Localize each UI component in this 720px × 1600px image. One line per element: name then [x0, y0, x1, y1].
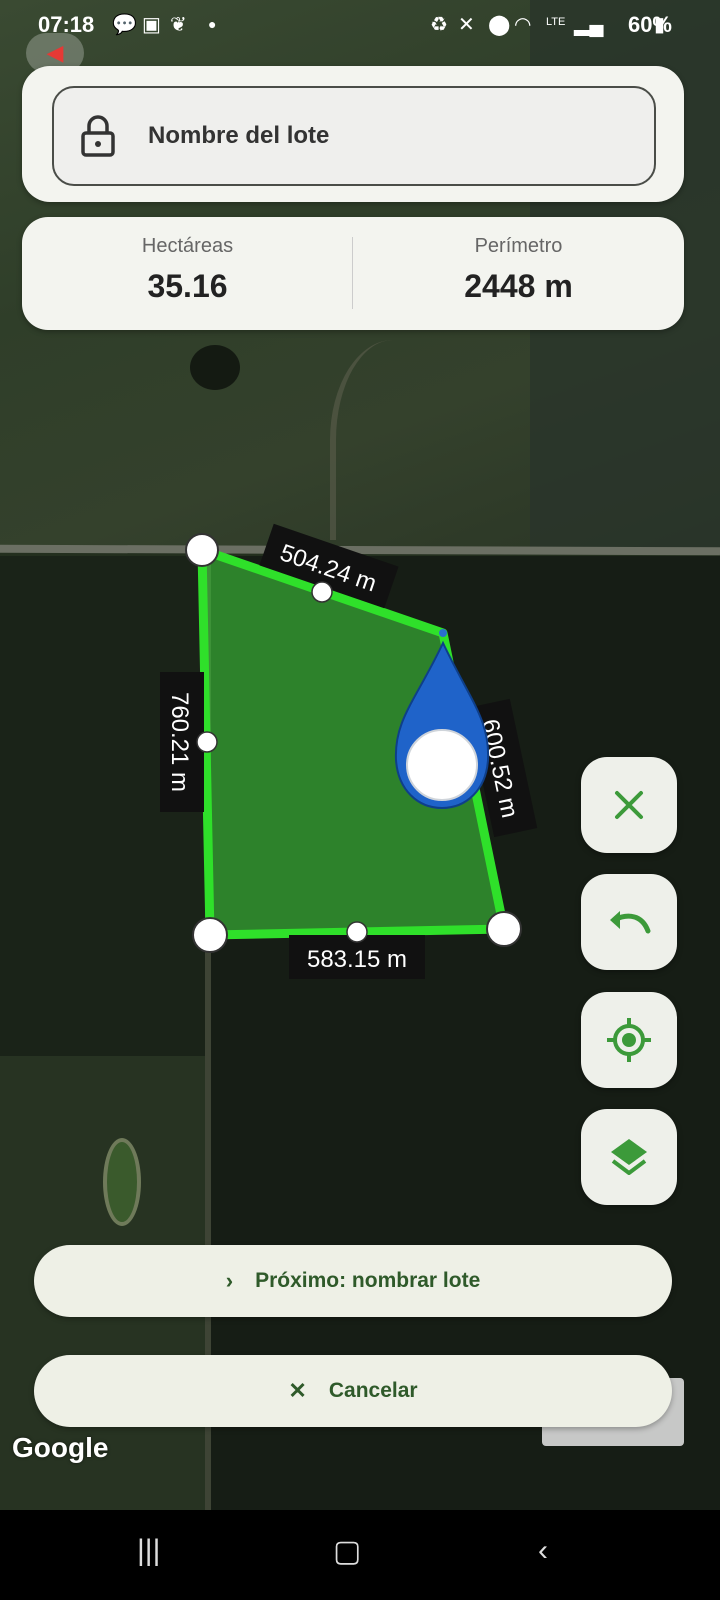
- chevron-right-icon: ›: [225, 1268, 234, 1293]
- status-bar: 07:18 💬 ▣ ❦ ● ♻ ✕ ⬤ ◠ LTE ▂▄ 60% ▮: [0, 0, 720, 52]
- clear-polygon-button[interactable]: [581, 757, 677, 853]
- my-location-button[interactable]: [581, 992, 677, 1088]
- cancel-button[interactable]: ✕ Cancelar: [34, 1355, 672, 1427]
- layers-icon: [611, 1139, 647, 1175]
- arrow-left-icon: ◀: [46, 40, 64, 65]
- recycle-icon: ♻: [430, 14, 448, 36]
- midpoint-handle[interactable]: [196, 731, 218, 753]
- close-icon: ✕: [288, 1378, 307, 1403]
- recent-apps-icon[interactable]: |||: [137, 1534, 160, 1568]
- perimeter-label: Perímetro: [474, 235, 563, 257]
- vertex-handle[interactable]: [486, 911, 522, 947]
- next-button-label: Próximo: nombrar lote: [255, 1269, 481, 1292]
- edge-length-left: 760.21 m: [166, 692, 193, 792]
- volte-icon: LTE: [546, 16, 566, 28]
- message-icon: 💬: [112, 14, 137, 36]
- close-icon: [615, 791, 643, 819]
- lot-name-placeholder: Nombre del lote: [148, 122, 330, 149]
- dot-icon: ●: [208, 16, 217, 32]
- midpoint-handle[interactable]: [346, 921, 368, 943]
- battery-icon: ▮: [654, 14, 666, 36]
- edge-length-bottom: 583.15 m: [307, 946, 407, 973]
- lot-name-field[interactable]: Nombre del lote: [52, 86, 656, 186]
- location-icon: ⬤: [488, 14, 511, 36]
- battery-level: 60%: [627, 12, 672, 37]
- leaf-icon: ❦: [170, 14, 187, 36]
- perimeter-value: 2448 m: [464, 268, 573, 304]
- signal-icon: ▂▄: [574, 14, 604, 36]
- google-logo: Google: [12, 1432, 109, 1463]
- perimeter-stat: Perímetro 2448 m: [353, 217, 684, 330]
- area-value: 35.16: [147, 268, 228, 304]
- back-icon[interactable]: ‹: [538, 1534, 548, 1568]
- area-label: Hectáreas: [141, 235, 234, 257]
- vertex-handle[interactable]: [439, 629, 447, 637]
- my-location-icon: [607, 1018, 651, 1062]
- lot-name-card: Nombre del lote: [22, 66, 684, 202]
- vertex-handle[interactable]: [192, 917, 228, 953]
- home-icon[interactable]: ▢: [333, 1534, 361, 1569]
- lock-icon: [81, 115, 115, 157]
- cancel-button-label: Cancelar: [328, 1379, 418, 1402]
- wifi-icon: ◠: [514, 14, 532, 36]
- undo-icon: [610, 911, 651, 934]
- mute-icon: ✕: [458, 14, 475, 36]
- image-icon: ▣: [142, 14, 161, 36]
- stats-card: Hectáreas 35.16 Perímetro 2448 m: [22, 217, 684, 330]
- midpoint-handle[interactable]: [311, 581, 333, 603]
- vertex-handle[interactable]: [185, 533, 219, 567]
- undo-button[interactable]: [581, 874, 677, 970]
- next-name-lot-button[interactable]: › Próximo: nombrar lote: [34, 1245, 672, 1317]
- layers-button[interactable]: [581, 1109, 677, 1205]
- system-nav-bar: ||| ▢ ‹: [0, 1510, 720, 1600]
- drag-marker-knob: [406, 729, 478, 801]
- area-stat: Hectáreas 35.16: [22, 217, 353, 330]
